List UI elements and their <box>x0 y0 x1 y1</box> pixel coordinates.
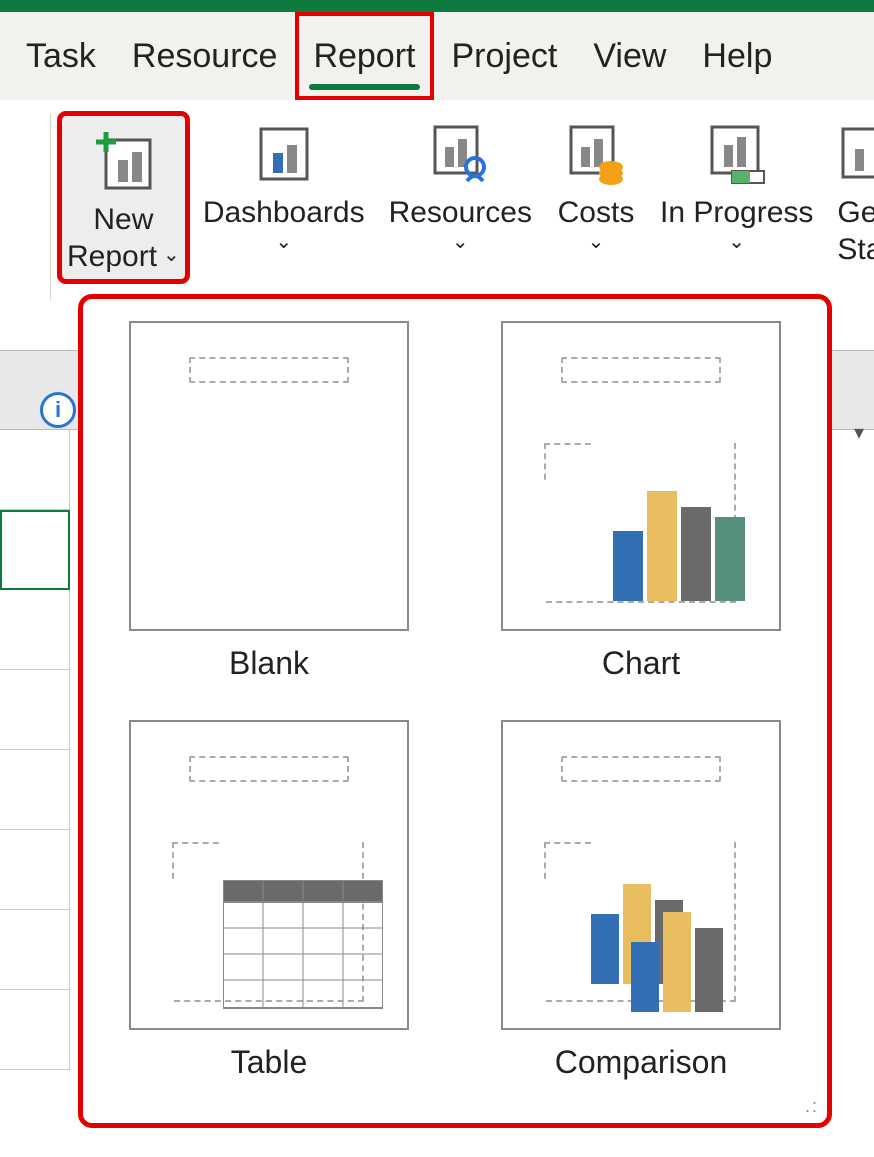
tab-label: View <box>593 37 666 76</box>
gallery-label: Blank <box>229 645 309 682</box>
tab-label: Project <box>452 37 558 76</box>
row-cell[interactable] <box>0 990 70 1070</box>
new-report-label-1: New <box>93 203 153 238</box>
row-cell[interactable] <box>0 670 70 750</box>
gallery-label: Comparison <box>555 1044 728 1081</box>
chevron-down-icon: ⌄ <box>275 229 292 254</box>
row-cell[interactable] <box>0 590 70 670</box>
in-progress-label: In Progress <box>660 196 813 231</box>
info-icon[interactable]: i <box>40 392 76 428</box>
in-progress-icon <box>697 114 777 194</box>
row-headers <box>0 430 70 1070</box>
tab-label: Help <box>702 37 772 76</box>
costs-label: Costs <box>558 196 635 231</box>
in-progress-button[interactable]: In Progress ⌄ <box>652 114 821 254</box>
tab-project[interactable]: Project <box>434 12 576 100</box>
tab-label: Report <box>313 37 415 76</box>
costs-icon <box>556 114 636 194</box>
getting-started-icon <box>837 114 874 194</box>
tab-label: Task <box>26 37 96 76</box>
new-report-label-2: Report <box>67 240 157 275</box>
blank-thumb <box>129 321 409 631</box>
dashboards-label: Dashboards <box>203 196 365 231</box>
row-cell[interactable] <box>0 750 70 830</box>
row-cell[interactable] <box>0 910 70 990</box>
costs-button[interactable]: Costs ⌄ <box>548 114 644 254</box>
resources-icon <box>420 114 500 194</box>
row-cell[interactable] <box>0 830 70 910</box>
gallery-label: Table <box>231 1044 308 1081</box>
gallery-label: Chart <box>602 645 680 682</box>
chart-thumb <box>501 321 781 631</box>
chevron-down-icon: ⌄ <box>163 242 180 267</box>
tab-help[interactable]: Help <box>684 12 790 100</box>
tab-view[interactable]: View <box>575 12 684 100</box>
new-report-icon <box>83 121 163 201</box>
gallery-item-table[interactable]: Table <box>107 720 431 1085</box>
dashboards-icon <box>244 114 324 194</box>
tab-task[interactable]: Task <box>8 12 114 100</box>
column-dropdown-icon[interactable]: ▾ <box>854 420 864 445</box>
title-bar-strip <box>0 0 874 12</box>
chevron-down-icon: ⌄ <box>588 229 605 254</box>
row-cell-selected[interactable] <box>0 510 70 590</box>
getting-started-label-2: Star <box>837 233 874 268</box>
gallery-item-comparison[interactable]: Comparison <box>479 720 803 1085</box>
gallery-item-blank[interactable]: Blank <box>107 321 431 686</box>
tab-label: Resource <box>132 37 278 76</box>
tab-resource[interactable]: Resource <box>114 12 296 100</box>
chevron-down-icon: ⌄ <box>452 229 469 254</box>
resize-grip-icon[interactable]: .: <box>805 1096 819 1117</box>
comparison-thumb <box>501 720 781 1030</box>
resources-button[interactable]: Resources ⌄ <box>381 114 540 254</box>
getting-started-button[interactable]: Ge Star <box>829 114 874 267</box>
ribbon-toolbar: New Report ⌄ Dashboards ⌄ Resour <box>0 100 874 300</box>
new-report-button[interactable]: New Report ⌄ <box>60 114 187 281</box>
getting-started-label-1: Ge <box>837 196 874 231</box>
table-thumb <box>129 720 409 1030</box>
new-report-gallery: Blank Chart <box>80 296 830 1126</box>
resources-label: Resources <box>389 196 532 231</box>
row-cell[interactable] <box>0 430 70 510</box>
ribbon-tabs: Task Resource Report Project View Help <box>0 12 874 100</box>
gallery-item-chart[interactable]: Chart <box>479 321 803 686</box>
dashboards-button[interactable]: Dashboards ⌄ <box>195 114 373 254</box>
tab-report[interactable]: Report <box>295 12 433 100</box>
chevron-down-icon: ⌄ <box>728 229 745 254</box>
